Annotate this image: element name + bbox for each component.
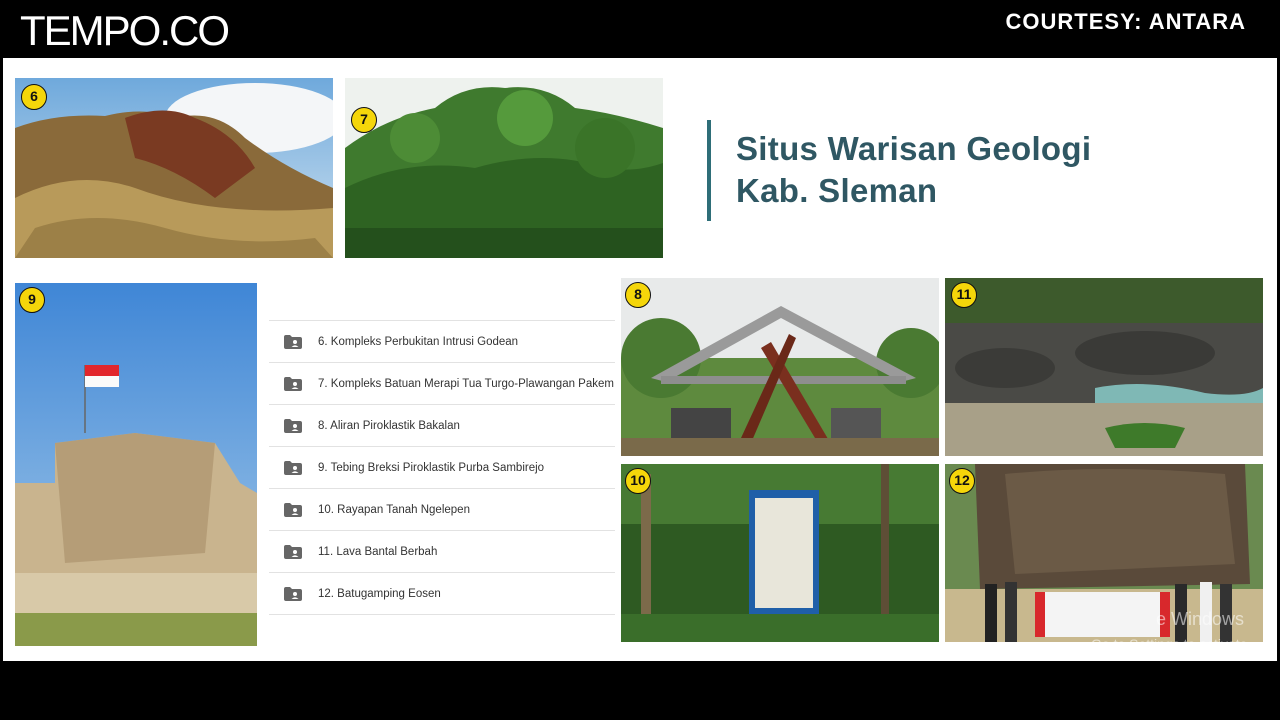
courtesy-label: COURTESY: ANTARA: [1005, 9, 1246, 34]
bottom-bar: [0, 661, 1280, 720]
list-item-label: 10. Rayapan Tanah Ngelepen: [318, 503, 470, 516]
list-item[interactable]: 7. Kompleks Batuan Merapi Tua Turgo-Plaw…: [269, 362, 615, 404]
folder-user-icon: [284, 418, 302, 433]
photo-badge: 11: [951, 282, 977, 308]
photo-badge: 8: [625, 282, 651, 308]
photo-river-lava: 11: [945, 278, 1263, 456]
presentation-slide: 6 7 Situs Warisan Geologi Kab. Sleman 9 …: [3, 58, 1277, 661]
list-item-label: 12. Batugamping Eosen: [318, 587, 441, 600]
slide-title-line1: Situs Warisan Geologi: [736, 130, 1092, 167]
list-item[interactable]: 9. Tebing Breksi Piroklastik Purba Sambi…: [269, 446, 615, 488]
list-item-label: 7. Kompleks Batuan Merapi Tua Turgo-Plaw…: [318, 377, 614, 390]
windows-activation-watermark: e Windows: [1156, 609, 1245, 629]
photo-breccia-cliff: 9: [15, 283, 257, 646]
photo-rock-outcrop: 6: [15, 78, 333, 258]
list-item[interactable]: 10. Rayapan Tanah Ngelepen: [269, 488, 615, 530]
folder-user-icon: [284, 502, 302, 517]
title-accent-bar: [707, 120, 711, 221]
photo-signboard: 10: [621, 464, 939, 642]
list-item-label: 11. Lava Bantal Berbah: [318, 545, 438, 558]
geosite-list: 6. Kompleks Perbukitan Intrusi Godean 7.…: [269, 320, 615, 615]
slide-title-line2: Kab. Sleman: [736, 172, 938, 209]
list-item[interactable]: 6. Kompleks Perbukitan Intrusi Godean: [269, 320, 615, 362]
photo-badge: 6: [21, 84, 47, 110]
photo-badge: 10: [625, 468, 651, 494]
photo-forest-hill: 7: [345, 78, 663, 258]
photo-badge: 12: [949, 468, 975, 494]
list-item[interactable]: 11. Lava Bantal Berbah: [269, 530, 615, 572]
list-item-label: 8. Aliran Piroklastik Bakalan: [318, 419, 460, 432]
top-bar: TEMPO.CO COURTESY: ANTARA: [0, 0, 1280, 58]
photo-badge: 9: [19, 287, 45, 313]
tempo-logo: TEMPO.CO: [20, 7, 230, 54]
photo-monument-gate: 8: [621, 278, 939, 456]
list-item-label: 6. Kompleks Perbukitan Intrusi Godean: [318, 335, 519, 348]
slide-title: Situs Warisan Geologi Kab. Sleman: [736, 128, 1256, 212]
folder-user-icon: [284, 460, 302, 475]
folder-user-icon: [284, 586, 302, 601]
folder-user-icon: [284, 334, 302, 349]
folder-user-icon: [284, 376, 302, 391]
windows-activation-hint: Go to Settings to activate: [1091, 636, 1248, 652]
photo-badge: 7: [351, 107, 377, 133]
list-item[interactable]: 8. Aliran Piroklastik Bakalan: [269, 404, 615, 446]
list-item-label: 9. Tebing Breksi Piroklastik Purba Sambi…: [318, 461, 545, 474]
list-item[interactable]: 12. Batugamping Eosen: [269, 572, 615, 615]
folder-user-icon: [284, 544, 302, 559]
